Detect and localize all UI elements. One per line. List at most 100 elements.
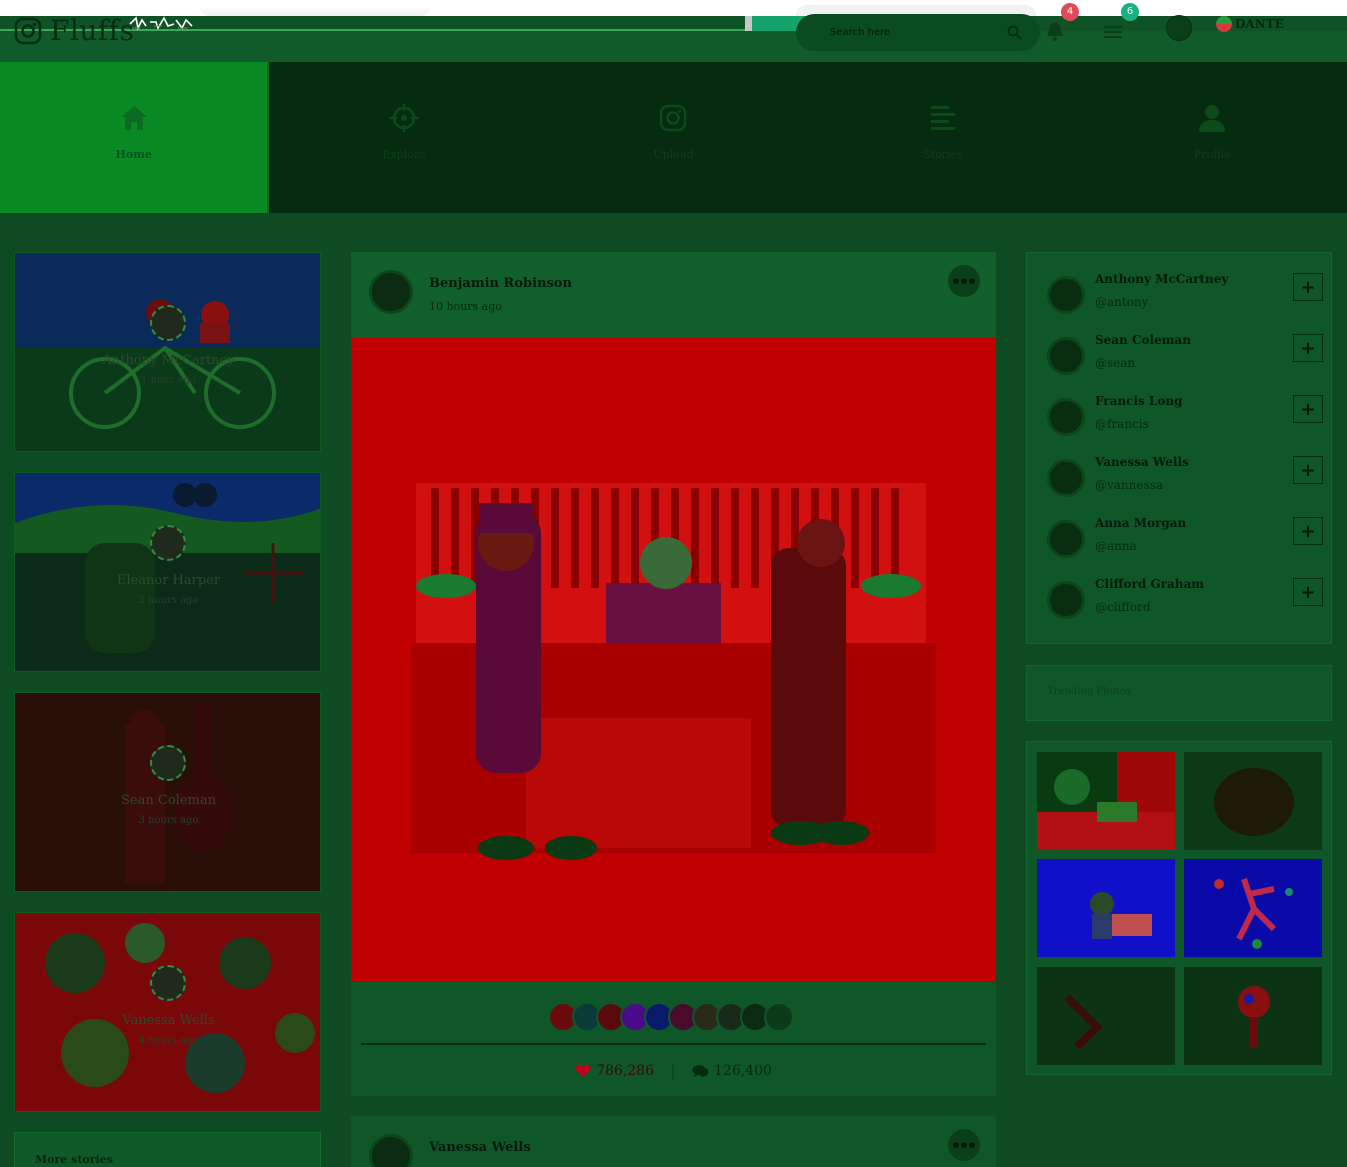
liker-avatar	[764, 1002, 794, 1032]
follow-button[interactable]: +	[1293, 517, 1323, 545]
suggestion-name[interactable]: Sean Coleman	[1095, 333, 1191, 347]
trending-photo[interactable]	[1184, 967, 1322, 1065]
post-image[interactable]	[351, 338, 996, 982]
suggestion-row: Sean Coleman @sean +	[1047, 333, 1323, 383]
suggestion-handle: @vannessa	[1095, 478, 1163, 492]
story-card[interactable]: Eleanor Harper 2 hours ago	[14, 472, 321, 672]
dot-icon	[969, 1142, 975, 1148]
post-illustration	[351, 338, 996, 982]
camera-icon	[660, 104, 687, 132]
likers-row[interactable]	[548, 1002, 794, 1032]
post-more-button[interactable]	[948, 1129, 980, 1161]
story-time: 2 hours ago	[138, 595, 199, 606]
story-avatar	[150, 965, 186, 1001]
trending-photo-image	[1037, 859, 1175, 957]
suggestion-row: Vanessa Wells @vannessa +	[1047, 455, 1323, 505]
suggestion-name[interactable]: Francis Long	[1095, 394, 1183, 408]
post-author[interactable]: Vanessa Wells	[429, 1140, 531, 1155]
post-author[interactable]: Benjamin Robinson	[429, 276, 572, 291]
language-selector[interactable]: DANTE	[1216, 16, 1284, 32]
post-avatar[interactable]	[369, 270, 413, 314]
suggestion-handle: @anna	[1095, 539, 1137, 553]
story-card[interactable]: Vanessa Wells 4 hours ago	[14, 912, 321, 1112]
suggestion-row: Anthony McCartney @antony +	[1047, 272, 1323, 322]
nav-stories[interactable]: Stories	[808, 62, 1077, 213]
nav-label: Upload	[653, 148, 694, 161]
dot-icon	[969, 278, 975, 284]
story-avatar	[150, 305, 186, 341]
flag-icon	[1216, 16, 1232, 32]
suggestion-name[interactable]: Vanessa Wells	[1095, 455, 1189, 469]
search-box[interactable]	[796, 14, 1040, 51]
comments-count: 126,400	[714, 1063, 772, 1079]
dot-icon	[961, 1142, 967, 1148]
search-input[interactable]	[830, 27, 990, 38]
follow-button[interactable]: +	[1293, 273, 1323, 301]
story-name: Eleanor Harper	[116, 573, 221, 588]
user-avatar[interactable]	[1166, 15, 1192, 41]
suggestion-handle: @antony	[1095, 295, 1149, 309]
strip-fade	[200, 6, 430, 16]
story-time: 1 hour ago	[141, 375, 196, 386]
dot-icon	[953, 1142, 959, 1148]
suggestion-handle: @francis	[1095, 417, 1149, 431]
dot-icon	[961, 278, 967, 284]
footer-divider	[361, 1043, 986, 1045]
post-stats: 786,286 126,400	[351, 1056, 996, 1086]
more-stories-link[interactable]: More stories	[14, 1132, 321, 1167]
story-name: Sean Coleman	[121, 793, 216, 808]
likes-count: 786,286	[596, 1063, 654, 1079]
camera-logo-icon	[14, 17, 42, 44]
nav-home[interactable]: Home	[0, 62, 270, 213]
trending-photos-grid	[1026, 741, 1332, 1075]
suggestion-name[interactable]: Anthony McCartney	[1095, 272, 1228, 286]
trending-photo-image	[1037, 967, 1175, 1065]
bell-icon[interactable]	[1042, 18, 1068, 44]
suggestion-name[interactable]: Clifford Graham	[1095, 577, 1204, 591]
app-logo[interactable]: Fluffs	[14, 14, 135, 47]
story-name: Vanessa Wells	[122, 1013, 215, 1028]
menu-icon[interactable]	[1100, 18, 1126, 44]
post-header: Benjamin Robinson 10 hours ago	[351, 252, 996, 338]
suggestion-avatar[interactable]	[1047, 337, 1085, 375]
trending-photo-image	[1037, 752, 1175, 850]
main-nav: Home Explore Upload Stories Profile	[0, 62, 1347, 213]
likes-stat[interactable]: 786,286	[557, 1063, 674, 1079]
trending-photo[interactable]	[1037, 967, 1175, 1065]
logo-scribble	[129, 16, 193, 31]
follow-button[interactable]: +	[1293, 578, 1323, 606]
suggestion-avatar[interactable]	[1047, 581, 1085, 619]
trending-photo[interactable]	[1037, 859, 1175, 957]
post-card: Benjamin Robinson 10 hours ago 786,286 1…	[351, 252, 996, 1096]
lines-icon	[930, 106, 955, 130]
nav-explore[interactable]: Explore	[269, 62, 538, 213]
post-avatar[interactable]	[369, 1134, 413, 1167]
trending-photo[interactable]	[1184, 859, 1322, 957]
message-badge: 6	[1121, 3, 1139, 21]
trending-photo[interactable]	[1184, 752, 1322, 850]
comments-stat[interactable]: 126,400	[674, 1063, 790, 1079]
top-strip	[0, 0, 1347, 31]
trending-photo[interactable]	[1037, 752, 1175, 850]
story-card[interactable]: Anthony McCartney 1 hour ago	[14, 252, 321, 452]
suggestion-avatar[interactable]	[1047, 398, 1085, 436]
follow-button[interactable]: +	[1293, 456, 1323, 484]
story-avatar	[150, 525, 186, 561]
suggestion-name[interactable]: Anna Morgan	[1095, 516, 1186, 530]
suggestions-panel: Anthony McCartney @antony + Sean Coleman…	[1026, 252, 1332, 644]
story-avatar	[150, 745, 186, 781]
follow-button[interactable]: +	[1293, 334, 1323, 362]
story-time: 3 hours ago	[138, 815, 199, 826]
follow-button[interactable]: +	[1293, 395, 1323, 423]
suggestion-avatar[interactable]	[1047, 459, 1085, 497]
suggestion-row: Clifford Graham @clifford +	[1047, 577, 1323, 627]
suggestion-avatar[interactable]	[1047, 520, 1085, 558]
post-more-button[interactable]	[948, 265, 980, 297]
suggestion-avatar[interactable]	[1047, 276, 1085, 314]
trending-photo-image	[1184, 752, 1322, 850]
nav-profile[interactable]: Profile	[1078, 62, 1347, 213]
nav-upload[interactable]: Upload	[539, 62, 808, 213]
search-icon[interactable]	[1007, 25, 1022, 40]
story-card[interactable]: Sean Coleman 3 hours ago	[14, 692, 321, 892]
dot-icon	[953, 278, 959, 284]
